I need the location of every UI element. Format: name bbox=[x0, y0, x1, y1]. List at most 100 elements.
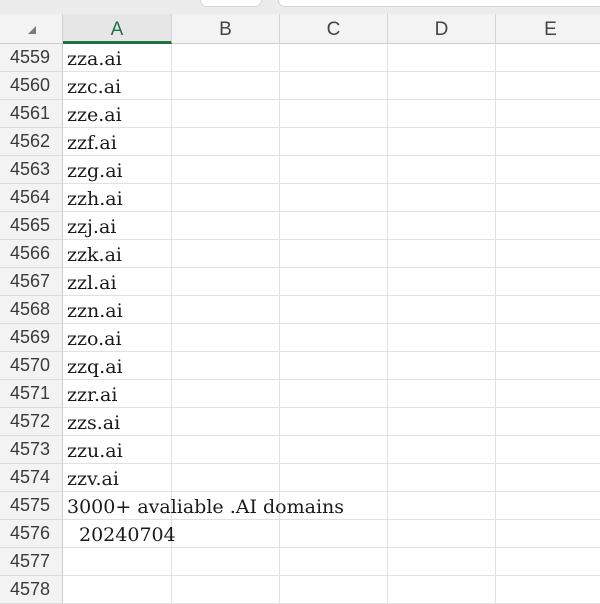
cell-b[interactable] bbox=[172, 408, 280, 436]
row-header[interactable]: 4571 bbox=[0, 380, 63, 408]
cell-c[interactable] bbox=[280, 156, 388, 184]
cell-d[interactable] bbox=[388, 492, 496, 520]
cell-e[interactable] bbox=[496, 184, 600, 212]
cell-e[interactable] bbox=[496, 72, 600, 100]
row-header[interactable]: 4566 bbox=[0, 240, 63, 268]
cell-c[interactable] bbox=[280, 44, 388, 72]
cell-c[interactable] bbox=[280, 128, 388, 156]
row-header[interactable]: 4570 bbox=[0, 352, 63, 380]
cell-a[interactable] bbox=[63, 548, 172, 576]
cell-e[interactable] bbox=[496, 268, 600, 296]
cell-b[interactable] bbox=[172, 128, 280, 156]
cell-d[interactable] bbox=[388, 100, 496, 128]
row-header[interactable]: 4560 bbox=[0, 72, 63, 100]
row-header[interactable]: 4568 bbox=[0, 296, 63, 324]
cell-c[interactable] bbox=[280, 240, 388, 268]
column-header-e[interactable]: E bbox=[496, 14, 600, 44]
cell-c[interactable] bbox=[280, 324, 388, 352]
cell-e[interactable] bbox=[496, 436, 600, 464]
cell-b[interactable] bbox=[172, 156, 280, 184]
cell-e[interactable] bbox=[496, 464, 600, 492]
cell-d[interactable] bbox=[388, 268, 496, 296]
cell-d[interactable] bbox=[388, 72, 496, 100]
row-header[interactable]: 4559 bbox=[0, 44, 63, 72]
row-header[interactable]: 4562 bbox=[0, 128, 63, 156]
spreadsheet-grid[interactable]: A B C D E 4559 zza.ai 4560 zzc.ai 4561 zze.ai 4562 z… bbox=[0, 14, 600, 604]
cell-e[interactable] bbox=[496, 128, 600, 156]
cell-c[interactable] bbox=[280, 268, 388, 296]
cell-c[interactable] bbox=[280, 380, 388, 408]
cell-c[interactable] bbox=[280, 408, 388, 436]
cell-c[interactable] bbox=[280, 184, 388, 212]
cell-b[interactable] bbox=[172, 324, 280, 352]
row-header[interactable]: 4573 bbox=[0, 436, 63, 464]
cell-e[interactable] bbox=[496, 380, 600, 408]
row-header[interactable]: 4561 bbox=[0, 100, 63, 128]
cell-e[interactable] bbox=[496, 296, 600, 324]
cell-c[interactable] bbox=[280, 436, 388, 464]
cell-b[interactable] bbox=[172, 184, 280, 212]
cell-b[interactable] bbox=[172, 520, 280, 548]
cell-b[interactable] bbox=[172, 296, 280, 324]
cell-d[interactable] bbox=[388, 212, 496, 240]
row-header[interactable]: 4574 bbox=[0, 464, 63, 492]
cell-e[interactable] bbox=[496, 352, 600, 380]
row-header[interactable]: 4575 bbox=[0, 492, 63, 520]
cell-d[interactable] bbox=[388, 324, 496, 352]
cell-d[interactable] bbox=[388, 296, 496, 324]
cell-b[interactable] bbox=[172, 72, 280, 100]
cell-e[interactable] bbox=[496, 100, 600, 128]
cell-c[interactable] bbox=[280, 212, 388, 240]
cell-d[interactable] bbox=[388, 380, 496, 408]
cell-b[interactable] bbox=[172, 380, 280, 408]
cell-e[interactable] bbox=[496, 520, 600, 548]
cell-b[interactable] bbox=[172, 212, 280, 240]
row-header[interactable]: 4565 bbox=[0, 212, 63, 240]
row-header[interactable]: 4563 bbox=[0, 156, 63, 184]
row-header[interactable]: 4576 bbox=[0, 520, 63, 548]
cell-b[interactable] bbox=[172, 464, 280, 492]
cell-c[interactable] bbox=[280, 72, 388, 100]
cell-b[interactable] bbox=[172, 268, 280, 296]
cell-b[interactable] bbox=[172, 548, 280, 576]
cell-b[interactable] bbox=[172, 240, 280, 268]
row-header[interactable]: 4572 bbox=[0, 408, 63, 436]
cell-d[interactable] bbox=[388, 240, 496, 268]
cell-c[interactable] bbox=[280, 464, 388, 492]
cell-d[interactable] bbox=[388, 352, 496, 380]
row-header[interactable]: 4564 bbox=[0, 184, 63, 212]
cell-d[interactable] bbox=[388, 128, 496, 156]
row-header[interactable]: 4567 bbox=[0, 268, 63, 296]
cell-e[interactable] bbox=[496, 492, 600, 520]
cell-d[interactable] bbox=[388, 44, 496, 72]
cell-e[interactable] bbox=[496, 408, 600, 436]
cell-e[interactable] bbox=[496, 44, 600, 72]
cell-e[interactable] bbox=[496, 240, 600, 268]
row-header[interactable]: 4577 bbox=[0, 548, 63, 576]
column-header-d[interactable]: D bbox=[388, 14, 496, 44]
cell-e[interactable] bbox=[496, 212, 600, 240]
row-header[interactable]: 4569 bbox=[0, 324, 63, 352]
cell-b[interactable] bbox=[172, 100, 280, 128]
column-header-c[interactable]: C bbox=[280, 14, 388, 44]
column-header-a[interactable]: A bbox=[63, 14, 172, 44]
cell-e[interactable] bbox=[496, 156, 600, 184]
cell-d[interactable] bbox=[388, 408, 496, 436]
cell-d[interactable] bbox=[388, 436, 496, 464]
cell-d[interactable] bbox=[388, 184, 496, 212]
cell-c[interactable] bbox=[280, 296, 388, 324]
cell-e[interactable] bbox=[496, 548, 600, 576]
cell-d[interactable] bbox=[388, 464, 496, 492]
cell-d[interactable] bbox=[388, 548, 496, 576]
cell-c[interactable] bbox=[280, 548, 388, 576]
cell-e[interactable] bbox=[496, 324, 600, 352]
cell-b[interactable] bbox=[172, 44, 280, 72]
column-header-b[interactable]: B bbox=[172, 14, 280, 44]
cell-d[interactable] bbox=[388, 156, 496, 184]
cell-d[interactable] bbox=[388, 520, 496, 548]
cell-c[interactable] bbox=[280, 520, 388, 548]
select-all-button[interactable] bbox=[0, 14, 63, 44]
cell-b[interactable] bbox=[172, 352, 280, 380]
cell-b[interactable] bbox=[172, 436, 280, 464]
cell-c[interactable] bbox=[280, 352, 388, 380]
